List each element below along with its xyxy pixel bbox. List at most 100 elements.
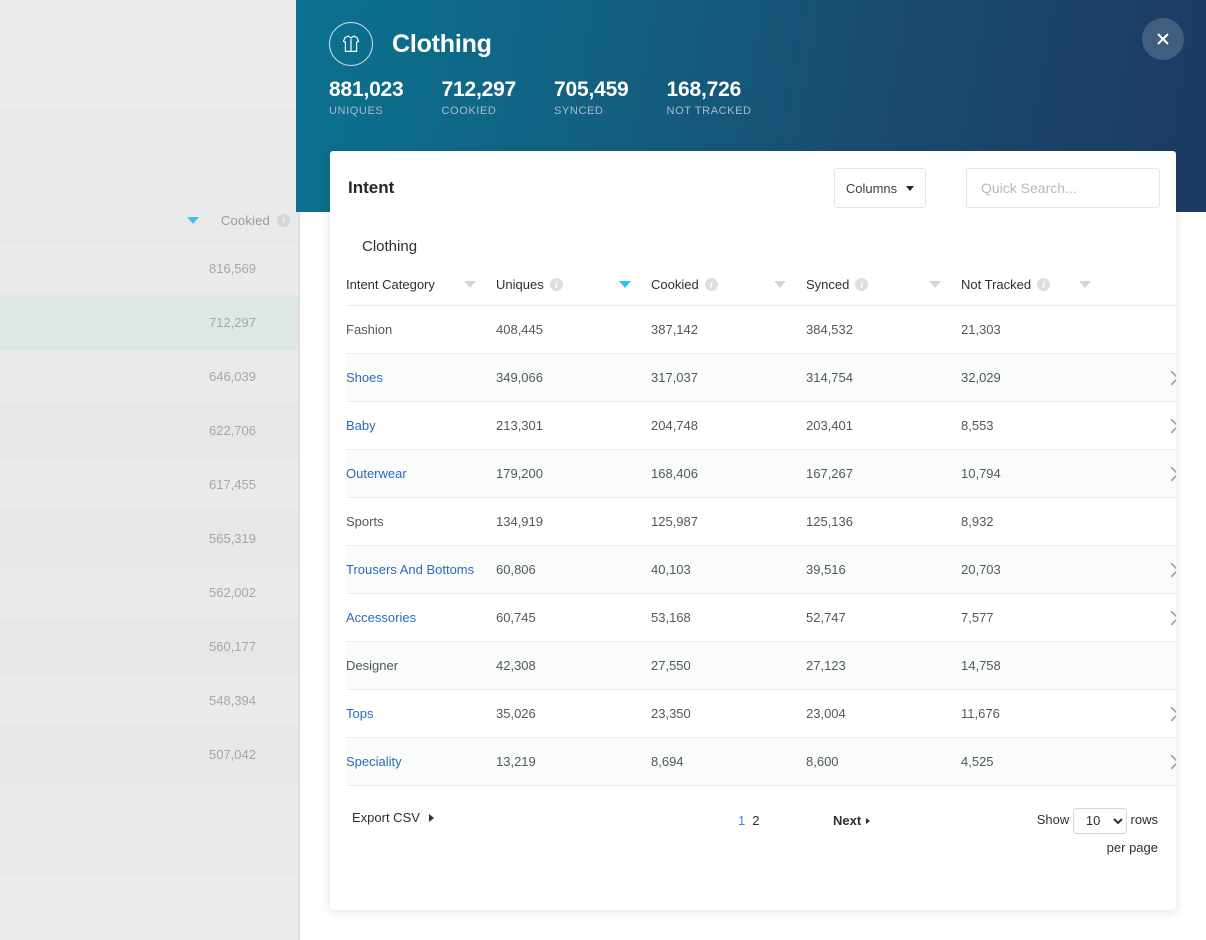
cell-row-action[interactable]	[1111, 593, 1176, 642]
cell-cookied: 387,142	[651, 305, 806, 354]
intent-category-link[interactable]: Accessories	[346, 610, 416, 625]
background-table-row[interactable]: 507,042	[0, 728, 300, 782]
cell-synced: 167,267	[806, 449, 961, 498]
cell-row-action	[1111, 641, 1176, 690]
sort-caret-down-icon[interactable]	[929, 281, 941, 288]
cell-row-action[interactable]	[1111, 737, 1176, 786]
cell-intent-category[interactable]: Outerwear	[346, 449, 496, 498]
sort-caret-down-icon[interactable]	[619, 281, 631, 288]
sort-caret-down-icon[interactable]	[774, 281, 786, 288]
background-table-row[interactable]: 562,002	[0, 566, 300, 620]
rows-per-page-show-label: Show	[1036, 812, 1070, 827]
column-header-spacer	[1111, 277, 1176, 306]
background-table-row[interactable]: 712,297	[0, 296, 300, 350]
column-header-label: Synced	[806, 277, 850, 292]
cell-row-action[interactable]	[1111, 449, 1176, 498]
cell-intent-category[interactable]: Accessories	[346, 593, 496, 642]
background-table-pane: Cookied i 816,569 712,297 646,039 622,706 61…	[0, 0, 300, 940]
stat-label: UNIQUES	[329, 105, 384, 117]
info-icon[interactable]: i	[855, 278, 869, 291]
chevron-right-icon[interactable]	[1170, 562, 1176, 578]
column-header: Not Tracked i	[961, 277, 1111, 306]
cell-cookied: 8,694	[651, 737, 806, 786]
table-row[interactable]: Shoes 349,066 317,037 314,754 32,029	[346, 353, 1176, 402]
intent-category-link[interactable]: Trousers And Bottoms	[346, 562, 474, 577]
background-cell-value: 816,569	[209, 261, 256, 276]
cell-not-tracked: 8,932	[961, 497, 1111, 546]
background-table-row[interactable]: 617,455	[0, 458, 300, 512]
cell-intent-category[interactable]: Baby	[346, 401, 496, 450]
table-body: Fashion 408,445 387,142 384,532 21,303 Shoes 3…	[346, 305, 1176, 786]
stat-item: 705,459 SYNCED	[554, 78, 629, 117]
intent-category-link[interactable]: Outerwear	[346, 466, 407, 481]
background-table-row[interactable]: 646,039	[0, 350, 300, 404]
sort-caret-down-icon[interactable]	[1079, 281, 1091, 288]
chevron-right-icon[interactable]	[1170, 466, 1176, 482]
chevron-right-icon[interactable]	[1170, 754, 1176, 770]
cell-intent-category[interactable]: Speciality	[346, 737, 496, 786]
chevron-right-icon[interactable]	[1170, 370, 1176, 386]
table-row[interactable]: Accessories 60,745 53,168 52,747 7,577	[346, 593, 1176, 642]
table-row[interactable]: Sports 134,919 125,987 125,136 8,932	[346, 497, 1176, 546]
rows-per-page-control: Show 102550100 rows per page	[1022, 806, 1158, 862]
chevron-down-icon	[906, 185, 915, 191]
table-row[interactable]: Fashion 408,445 387,142 384,532 21,303	[346, 305, 1176, 354]
cell-cookied: 204,748	[651, 401, 806, 450]
triangle-right-icon	[428, 813, 434, 822]
cell-intent-category[interactable]: Tops	[346, 689, 496, 738]
chevron-right-icon[interactable]	[1170, 706, 1176, 722]
background-column-label: Cookied	[220, 213, 270, 228]
background-table-row[interactable]: 560,177	[0, 620, 300, 674]
caret-down-icon[interactable]	[186, 217, 199, 224]
intent-category-link[interactable]: Shoes	[346, 370, 383, 385]
export-csv-label: Export CSV	[352, 810, 420, 825]
export-csv-button[interactable]: Export CSV	[352, 810, 434, 825]
background-table-row[interactable]: 816,569	[0, 242, 300, 296]
background-footer	[0, 782, 300, 876]
info-icon[interactable]: i	[704, 278, 718, 291]
cell-row-action[interactable]	[1111, 401, 1176, 450]
cell-intent-category[interactable]: Trousers And Bottoms	[346, 545, 496, 594]
table-row[interactable]: Designer 42,308 27,550 27,123 14,758	[346, 641, 1176, 690]
cell-row-action[interactable]	[1111, 545, 1176, 594]
table-container: Intent Category Uniques i Cookied i Synced i No…	[330, 277, 1176, 786]
table-row[interactable]: Outerwear 179,200 168,406 167,267 10,794	[346, 449, 1176, 498]
cell-cookied: 317,037	[651, 353, 806, 402]
cell-not-tracked: 32,029	[961, 353, 1111, 402]
search-input[interactable]	[966, 168, 1160, 208]
table-row[interactable]: Speciality 13,219 8,694 8,600 4,525	[346, 737, 1176, 786]
next-page-button[interactable]: Next	[833, 813, 871, 828]
chevron-right-icon[interactable]	[1170, 610, 1176, 626]
stat-item: 881,023 UNIQUES	[329, 78, 404, 117]
close-icon	[1157, 33, 1169, 45]
intent-category-link[interactable]: Baby	[346, 418, 376, 433]
background-table-row[interactable]: 622,706	[0, 404, 300, 458]
table-row[interactable]: Tops 35,026 23,350 23,004 11,676	[346, 689, 1176, 738]
cell-not-tracked: 14,758	[961, 641, 1111, 690]
intent-category-link[interactable]: Tops	[346, 706, 373, 721]
close-button[interactable]	[1142, 18, 1184, 60]
rows-per-page-select[interactable]: 102550100	[1072, 807, 1127, 834]
info-icon[interactable]: i	[277, 214, 290, 227]
cell-synced: 23,004	[806, 689, 961, 738]
table-row[interactable]: Baby 213,301 204,748 203,401 8,553	[346, 401, 1176, 450]
cell-intent-category[interactable]: Shoes	[346, 353, 496, 402]
cell-row-action[interactable]	[1111, 353, 1176, 402]
info-icon[interactable]: i	[549, 278, 563, 291]
chevron-right-icon[interactable]	[1170, 418, 1176, 434]
sort-caret-down-icon[interactable]	[464, 281, 476, 288]
info-icon[interactable]: i	[1037, 278, 1051, 291]
page-link[interactable]: 2	[752, 813, 759, 828]
cell-row-action[interactable]	[1111, 689, 1176, 738]
cell-row-action	[1111, 305, 1176, 354]
cell-cookied: 125,987	[651, 497, 806, 546]
stat-value: 881,023	[329, 78, 404, 101]
background-table-row[interactable]: 548,394	[0, 674, 300, 728]
table-row[interactable]: Trousers And Bottoms 60,806 40,103 39,516 20…	[346, 545, 1176, 594]
next-page-label: Next	[833, 813, 862, 828]
columns-button[interactable]: Columns	[834, 168, 926, 208]
intent-category-link[interactable]: Speciality	[346, 754, 402, 769]
page-link[interactable]: 1	[738, 813, 745, 828]
background-rows: 816,569 712,297 646,039 622,706 617,455 565,3…	[0, 242, 300, 782]
background-table-row[interactable]: 565,319	[0, 512, 300, 566]
